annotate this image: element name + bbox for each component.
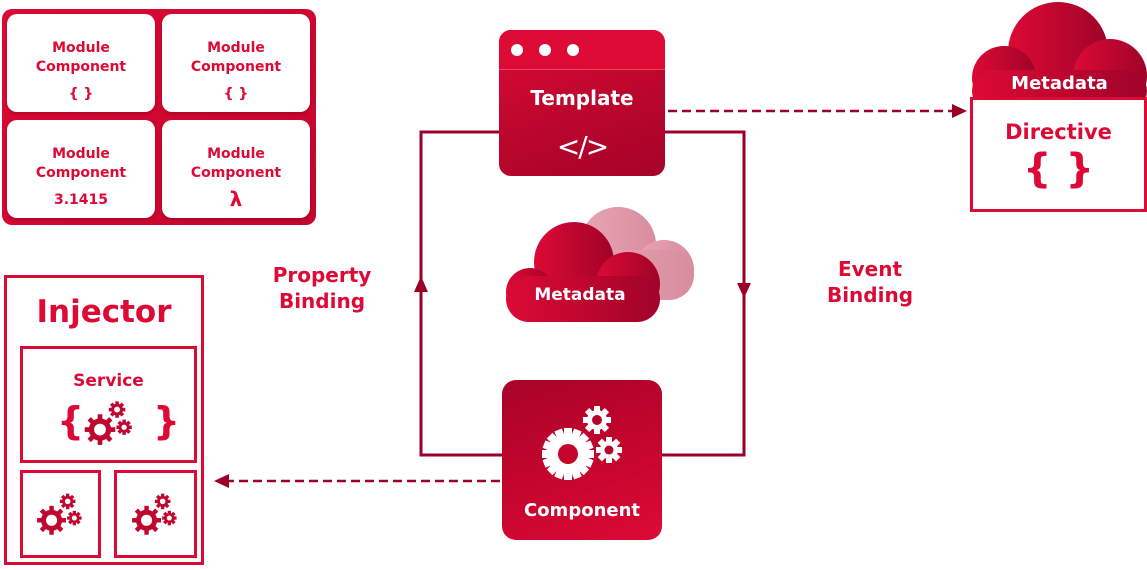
directive-metadata-label: Metadata	[1011, 73, 1108, 94]
service-title: Service	[73, 371, 144, 391]
metadata-label: Metadata	[534, 285, 626, 305]
service-instance-box	[20, 470, 101, 558]
pi-value: 3.1415	[53, 192, 109, 208]
injector-arrowhead	[214, 474, 229, 488]
directive-title: Directive	[1005, 120, 1112, 144]
event-binding-line2: Binding	[826, 283, 914, 307]
module-component-card: Module Component { }	[162, 14, 310, 112]
module-card-subtitle: Component	[190, 165, 282, 181]
module-card-subtitle: Component	[190, 59, 282, 75]
gears-icon	[84, 401, 132, 445]
module-card-title: Module	[52, 146, 110, 162]
template-window: Template </>	[499, 30, 665, 176]
component-box: Component	[502, 380, 662, 540]
module-component-card: Module Component 3.1415	[7, 120, 155, 218]
brace-close-icon: }	[153, 399, 181, 443]
injector-box: Injector Service { }	[4, 275, 204, 565]
curly-braces-icon: { }	[68, 86, 94, 102]
window-dot-icon	[511, 44, 523, 56]
gears-icon	[542, 406, 622, 480]
injector-title: Injector	[36, 294, 172, 330]
gears-icon	[132, 493, 177, 535]
curly-braces-icon: { }	[1023, 146, 1094, 192]
module-card-title: Module	[207, 146, 265, 162]
event-binding-line1: Event	[837, 257, 903, 281]
template-title: Template	[530, 86, 634, 110]
module-component-card: Module Component { }	[7, 14, 155, 112]
property-binding-line2: Binding	[278, 289, 366, 313]
module-card-subtitle: Component	[35, 165, 127, 181]
window-title-bar	[499, 30, 665, 70]
event-binding-arrow	[737, 283, 751, 298]
curly-braces-icon: { }	[223, 86, 249, 102]
code-tag-icon: </>	[556, 130, 609, 163]
service-instance-box	[114, 470, 197, 558]
window-dot-icon	[567, 44, 579, 56]
property-binding-line1: Property	[272, 263, 372, 287]
module-component-grid: Module Component { } Module Component { } …	[2, 9, 316, 225]
module-component-card: Module Component λ	[162, 120, 310, 218]
window-dot-icon	[539, 44, 551, 56]
brace-open-icon: {	[57, 399, 85, 443]
component-label: Component	[523, 500, 641, 521]
gears-icon	[37, 493, 82, 535]
lambda-icon: λ	[229, 187, 243, 211]
service-box: Service { }	[20, 346, 197, 463]
property-binding-label: Property Binding	[262, 262, 382, 314]
module-card-title: Module	[207, 40, 265, 56]
module-card-title: Module	[52, 40, 110, 56]
property-binding-arrow	[414, 276, 428, 292]
event-binding-label: Event Binding	[810, 256, 930, 308]
property-binding-line	[419, 130, 502, 457]
directive-box: Directive { }	[970, 97, 1147, 212]
module-card-subtitle: Component	[35, 59, 127, 75]
directive-arrowhead	[952, 104, 967, 118]
